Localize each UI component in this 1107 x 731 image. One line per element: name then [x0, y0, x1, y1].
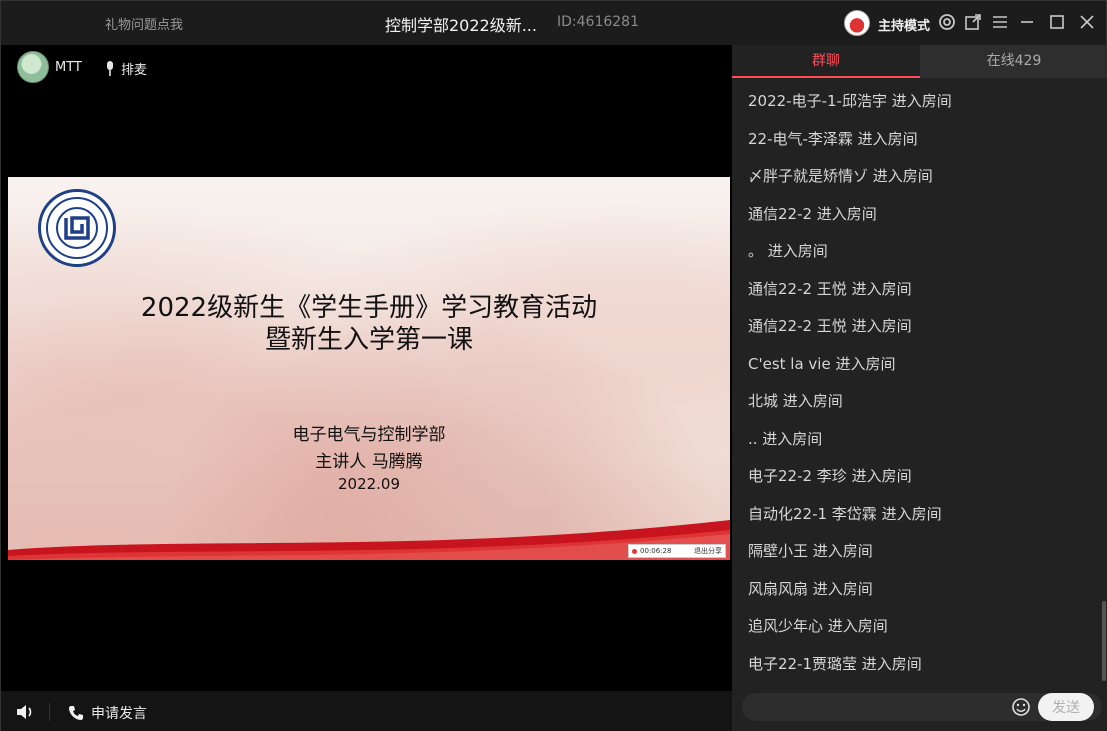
- chat-message-list[interactable]: 2022-电子-1-邱浩宇 进入房间 22-电气-李泽霖 进入房间 〆胖子就是矫情ゾ…: [732, 83, 1104, 683]
- presenter-avatar[interactable]: [17, 51, 49, 83]
- emoji-icon[interactable]: [1011, 697, 1031, 717]
- mic-queue-label: 排麦: [121, 63, 148, 78]
- send-button[interactable]: 发送: [1038, 693, 1094, 721]
- chat-scrollbar[interactable]: [1102, 601, 1106, 681]
- title-bar: 礼物问题点我 控制学部2022级新... ID:4616281 主持模式: [1, 1, 1106, 45]
- exit-share-button[interactable]: 退出分享: [694, 546, 722, 556]
- live-room-window: 礼物问题点我 控制学部2022级新... ID:4616281 主持模式 MTT: [0, 0, 1107, 731]
- phone-icon: [69, 706, 83, 720]
- presenter-name: MTT: [55, 59, 82, 75]
- menu-icon[interactable]: [990, 12, 1010, 32]
- video-stage: MTT 排麦 2022级新生《学生手册》学习教育活动 暨新生入学第一课 电子电气…: [1, 45, 732, 691]
- university-logo: [38, 189, 116, 267]
- chat-message: 〆胖子就是矫情ゾ 进入房间: [748, 167, 933, 185]
- chat-message: 北城 进入房间: [748, 392, 843, 410]
- bottom-toolbar: 申请发言: [1, 691, 732, 731]
- toolbar-divider: [49, 703, 50, 721]
- maximize-icon[interactable]: [1047, 12, 1067, 32]
- speaker-icon[interactable]: [15, 703, 35, 721]
- slide-speaker: 主讲人 马腾腾: [315, 452, 423, 472]
- mic-queue-button[interactable]: 排麦: [105, 59, 147, 78]
- chat-message: 隔壁小王 进入房间: [748, 542, 873, 560]
- chat-message: 电子22-1贾璐莹 进入房间: [748, 654, 922, 673]
- slide-title-line2: 暨新生入学第一课: [264, 325, 473, 355]
- host-mode-label[interactable]: 主持模式: [878, 15, 930, 34]
- red-ribbon-decoration: [8, 520, 730, 560]
- chat-message: 自动化22-1 李岱霖 进入房间: [748, 504, 942, 523]
- minimize-icon[interactable]: [1017, 12, 1037, 32]
- panel-tabs: 群聊 在线429: [732, 45, 1107, 78]
- close-icon[interactable]: [1077, 12, 1097, 32]
- shared-slide: 2022级新生《学生手册》学习教育活动 暨新生入学第一课 电子电气与控制学部 主…: [8, 177, 730, 560]
- chat-message: C'est la vie 进入房间: [748, 354, 896, 373]
- chat-message: 追风少年心 进入房间: [748, 617, 888, 635]
- recording-indicator: 00:06:28 退出分享: [628, 544, 726, 558]
- chat-message: 。 进入房间: [748, 242, 828, 260]
- apply-speak-label: 申请发言: [91, 706, 147, 722]
- chat-input[interactable]: [752, 697, 1012, 717]
- recording-time: 00:06:28: [640, 547, 672, 555]
- chat-message: 通信22-2 进入房间: [748, 204, 877, 223]
- target-icon[interactable]: [937, 12, 957, 32]
- chat-composer: 发送: [742, 693, 1102, 721]
- tab-online-users[interactable]: 在线429: [920, 45, 1107, 78]
- slide-department: 电子电气与控制学部: [292, 425, 446, 445]
- record-dot-icon: [632, 548, 637, 554]
- gift-help-link[interactable]: 礼物问题点我: [105, 14, 183, 33]
- chat-message: .. 进入房间: [748, 429, 823, 448]
- chat-panel: 群聊 在线429 2022-电子-1-邱浩宇 进入房间 22-电气-李泽霖 进入房…: [732, 45, 1107, 731]
- chat-message: 风扇风扇 进入房间: [748, 579, 873, 598]
- apply-speak-button[interactable]: 申请发言: [67, 703, 147, 723]
- chat-message: 电子22-2 李珍 进入房间: [748, 467, 912, 485]
- chat-message: 2022-电子-1-邱浩宇 进入房间: [748, 92, 952, 110]
- host-avatar[interactable]: [844, 10, 870, 36]
- popout-icon[interactable]: [963, 12, 983, 32]
- microphone-icon: [107, 60, 113, 76]
- presenter-info[interactable]: MTT: [17, 51, 82, 83]
- chat-message: 22-电气-李泽霖 进入房间: [748, 129, 918, 148]
- room-id: ID:4616281: [557, 14, 639, 30]
- chat-message: 通信22-2 王悦 进入房间: [748, 279, 912, 298]
- room-title: 控制学部2022级新...: [385, 16, 537, 35]
- slide-date: 2022.09: [337, 475, 401, 493]
- chat-message: 通信22-2 王悦 进入房间: [748, 317, 912, 335]
- tab-group-chat[interactable]: 群聊: [732, 45, 920, 78]
